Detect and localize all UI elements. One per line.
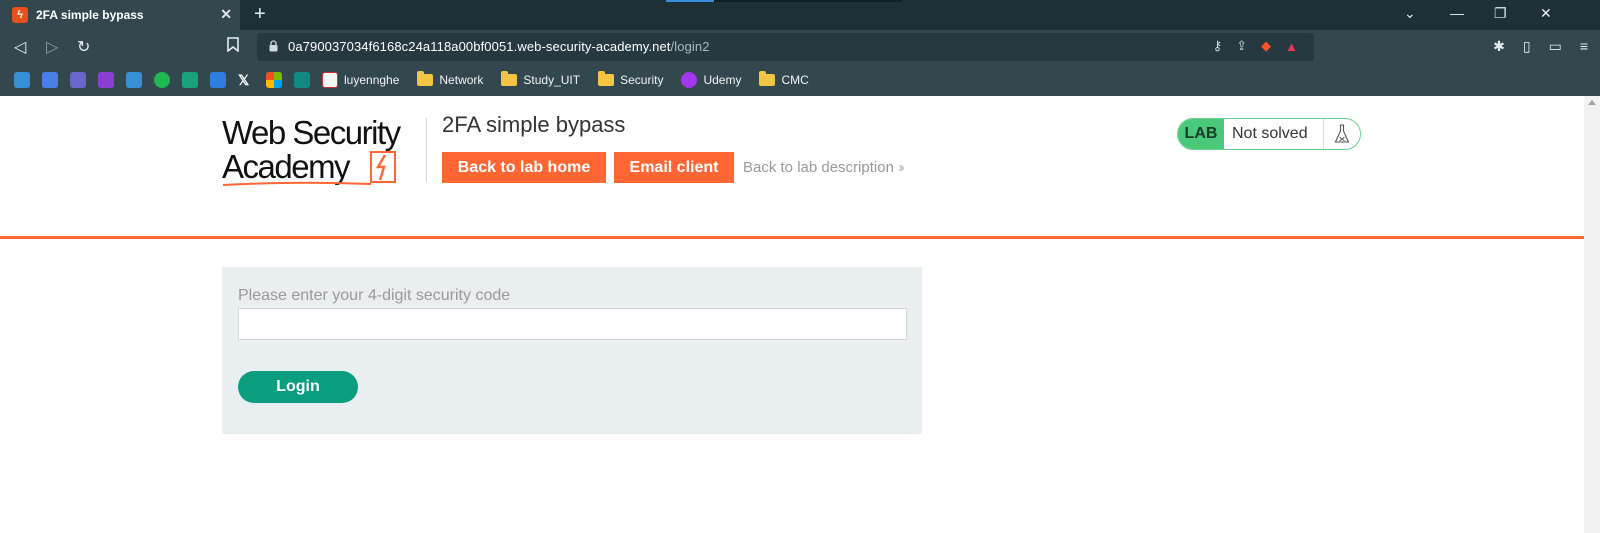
bookmark-shortcut[interactable] [70, 72, 86, 88]
url-path: /login2 [670, 39, 710, 54]
teams-icon [70, 72, 86, 88]
folder-icon [417, 71, 434, 86]
spotify-icon [154, 72, 170, 88]
bookmark-label: Study_UIT [523, 73, 581, 87]
menu-icon[interactable]: ≡ [1580, 38, 1588, 55]
folder-icon [759, 71, 776, 86]
bookmark-shortcut[interactable] [42, 72, 58, 88]
back-to-lab-description-link[interactable]: Back to lab description ›› [743, 159, 905, 176]
bookmark-folder[interactable]: Study_UIT [501, 71, 581, 87]
sharepoint-icon [294, 72, 310, 88]
header-separator [0, 236, 1584, 239]
bookmark-shortcut[interactable] [182, 72, 198, 88]
portswigger-icon: ϟ [12, 7, 28, 23]
bookmark-link[interactable]: luyennghe [322, 72, 399, 88]
bookmark-folder[interactable]: CMC [759, 71, 809, 87]
folder-icon [598, 71, 615, 86]
page-scrollbar[interactable] [1584, 96, 1600, 533]
back-to-lab-description-label: Back to lab description [743, 159, 894, 176]
security-code-label: Please enter your 4-digit security code [238, 287, 511, 304]
bookmark-shortcut[interactable] [14, 72, 30, 88]
udemy-icon [681, 72, 698, 88]
web-security-academy-logo[interactable]: Web Security Academy [222, 116, 418, 188]
bookmark-shortcut[interactable] [154, 72, 170, 88]
bookmark-shortcut[interactable] [126, 72, 142, 88]
close-tab-icon[interactable]: ✕ [220, 6, 232, 23]
logo-line-2: Academy [222, 148, 351, 185]
tab-title: 2FA simple bypass [36, 8, 144, 22]
address-bar[interactable]: 0a790037034f6168c24a118a00bf0051.web-sec… [257, 33, 1314, 61]
folder-icon [501, 71, 518, 86]
bookmark-folder[interactable]: Security [598, 71, 664, 87]
url-host: 0a790037034f6168c24a118a00bf0051.web-sec… [288, 39, 671, 54]
share-icon[interactable]: ⇪ [1236, 38, 1247, 54]
back-to-lab-home-button[interactable]: Back to lab home [442, 152, 606, 183]
header-divider [426, 118, 427, 182]
logo-bolt-icon [370, 151, 396, 183]
minimize-icon[interactable]: — [1450, 5, 1464, 21]
edge-icon [126, 72, 142, 88]
extensions-icon[interactable]: ✱ [1493, 38, 1505, 55]
bookmark-shortcut[interactable]: 𝕏 [238, 72, 254, 88]
back-icon[interactable]: ◁ [14, 37, 26, 57]
lab-status-badge: LAB Not solved [1177, 118, 1361, 150]
flask-icon [1324, 119, 1360, 149]
logo-underline [222, 181, 372, 186]
key-icon[interactable]: ⚷ [1213, 38, 1223, 54]
lab-label: LAB [1178, 119, 1224, 149]
url-text: 0a790037034f6168c24a118a00bf0051.web-sec… [288, 39, 710, 54]
sidebar-icon[interactable]: ▯ [1523, 38, 1531, 55]
edge-icon [14, 72, 30, 88]
bookmark-label: luyennghe [344, 73, 400, 87]
wallet-icon[interactable]: ▭ [1549, 38, 1562, 55]
restore-icon[interactable]: ❐ [1494, 5, 1507, 22]
login-button[interactable]: Login [238, 371, 358, 403]
microsoft-icon [266, 72, 282, 88]
bookmark-label: Udemy [703, 73, 742, 87]
pattern-icon [322, 72, 338, 88]
x-icon: 𝕏 [238, 72, 250, 88]
close-window-icon[interactable]: ✕ [1540, 5, 1552, 22]
lab-title: 2FA simple bypass [442, 112, 626, 137]
bookmark-label: Security [620, 73, 664, 87]
bookmark-label: CMC [781, 73, 809, 87]
brave-shields-icon[interactable]: ◆ [1261, 38, 1271, 54]
bookmark-folder[interactable]: Network [417, 71, 484, 87]
sheets-icon [182, 72, 198, 88]
logo-line-1: Web Security [222, 114, 401, 151]
brave-rewards-icon[interactable]: ▲ [1285, 39, 1298, 54]
browser-toolbar: ◁ ▷ ↻ 0a790037034f6168c24a118a00bf0051.w… [0, 30, 1600, 64]
bookmark-shortcut[interactable] [98, 72, 114, 88]
messenger-icon [98, 72, 114, 88]
browser-tab-active[interactable]: ϟ 2FA simple bypass ✕ [0, 0, 240, 30]
bookmark-shortcut[interactable] [266, 72, 282, 88]
bookmark-label: Network [439, 73, 484, 87]
bookmark-shortcut[interactable] [210, 72, 226, 88]
bookmark-shortcut[interactable] [294, 72, 310, 88]
bookmark-icon[interactable] [227, 37, 239, 57]
page-content: Web Security Academy 2FA simple bypass B… [0, 96, 1600, 533]
scroll-up-icon[interactable] [1588, 100, 1596, 105]
translate-icon [42, 72, 58, 88]
lab-status-text: Not solved [1224, 119, 1324, 149]
bookmarks-bar: 𝕏luyennghe Network Study_UIT Security Udemy C… [0, 64, 1600, 96]
security-code-form: Please enter your 4-digit security code … [222, 267, 922, 434]
diamond-icon [210, 72, 226, 88]
bookmark-link[interactable]: Udemy [681, 72, 741, 88]
new-tab-icon[interactable]: + [254, 4, 266, 24]
tab-strip-indicator-accent [666, 0, 714, 2]
email-client-button[interactable]: Email client [614, 152, 734, 183]
security-code-input[interactable] [238, 308, 907, 340]
reload-icon[interactable]: ↻ [77, 37, 90, 57]
browser-tab-strip: ϟ 2FA simple bypass ✕ + ⌄ — ❐ ✕ [0, 0, 1600, 30]
double-chevron-right-icon: ›› [897, 159, 905, 176]
lock-icon [269, 40, 278, 52]
forward-icon[interactable]: ▷ [46, 37, 58, 57]
tab-search-chevron-icon[interactable]: ⌄ [1404, 5, 1416, 22]
